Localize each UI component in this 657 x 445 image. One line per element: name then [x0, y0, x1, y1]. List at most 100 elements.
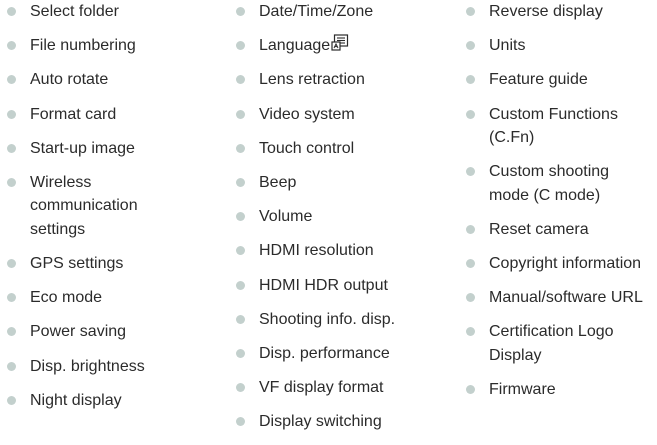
list-item: Display switching [236, 410, 411, 433]
item-label: Lens retraction [259, 71, 365, 89]
list-item: File numbering [7, 34, 167, 57]
bullet-icon [7, 75, 16, 85]
list-item: Video system [236, 103, 411, 126]
bullet-icon [466, 293, 475, 303]
item-label: Reverse display [489, 3, 603, 20]
item-label: Firmware [489, 381, 556, 399]
bullet-icon [236, 109, 245, 119]
bullet-icon [236, 349, 245, 359]
list-item: Power saving [7, 320, 167, 343]
item-label: Language [259, 37, 331, 55]
bullet-icon [466, 385, 475, 395]
list-item: Eco mode [7, 286, 167, 309]
language-icon [331, 34, 349, 51]
bullet-icon [466, 7, 475, 16]
list-item: Certification Logo Display [466, 320, 639, 367]
bullet-icon [466, 41, 475, 51]
item-label: Night display [30, 391, 122, 409]
item-label: Volume [259, 208, 313, 226]
settings-column-2: Date/Time/Zone Language Lens retraction … [236, 0, 411, 445]
item-label: Disp. brightness [30, 357, 145, 375]
bullet-icon [236, 143, 245, 153]
bullet-icon [236, 314, 245, 324]
item-label: File numbering [30, 37, 136, 55]
bullet-icon [7, 327, 16, 337]
item-label: Auto rotate [30, 71, 109, 89]
list-item: Start-up image [7, 137, 167, 160]
list-item: Beep [236, 171, 411, 194]
item-label: Copyright information [489, 255, 642, 273]
list-item: Units [466, 34, 656, 57]
list-item: Copyright information [466, 252, 656, 275]
list-item: Format card [7, 103, 167, 126]
bullet-icon [466, 327, 475, 337]
bullet-icon [236, 75, 245, 85]
item-label: Custom Functions (C.Fn) [489, 105, 618, 147]
bullet-icon [236, 383, 245, 393]
list-item: VF display format [236, 376, 411, 399]
item-label: Disp. performance [259, 345, 390, 363]
bullet-icon [236, 178, 245, 188]
list-item: Language [236, 34, 411, 57]
list-item: Select folder [7, 0, 167, 23]
list-item: Shooting info. disp. [236, 308, 411, 331]
list-item: Reset camera [466, 218, 656, 241]
list-item: Custom Functions (C.Fn) [466, 103, 639, 150]
item-label: Touch control [259, 139, 355, 157]
bullet-icon [7, 178, 16, 188]
item-label: Power saving [30, 323, 127, 341]
item-label: GPS settings [30, 255, 124, 273]
item-label: Start-up image [30, 139, 135, 157]
list-item: HDMI HDR output [236, 274, 411, 297]
bullet-icon [236, 417, 245, 427]
item-label: Units [489, 37, 526, 55]
item-label: Select folder [30, 3, 119, 20]
list-item: GPS settings [7, 252, 167, 275]
settings-column-3: Reverse display Units Feature guide Cust… [466, 0, 656, 412]
item-label: Custom shooting mode (C mode) [489, 163, 610, 204]
bullet-icon [7, 361, 16, 371]
list-item: Auto rotate [7, 68, 167, 91]
item-label: Shooting info. disp. [259, 310, 396, 328]
bullet-icon [236, 246, 245, 256]
bullet-icon [7, 259, 16, 269]
item-label: Certification Logo Display [489, 323, 614, 364]
bullet-icon [236, 7, 245, 16]
item-label: Manual/software URL [489, 289, 643, 307]
list-item: Disp. brightness [7, 355, 167, 378]
bullet-icon [466, 224, 475, 234]
bullet-icon [7, 143, 16, 153]
item-label: Display switching [259, 413, 382, 431]
list-item: Disp. performance [236, 342, 411, 365]
item-label: HDMI resolution [259, 242, 374, 260]
bullet-icon [236, 212, 245, 222]
list-item: Lens retraction [236, 68, 411, 91]
list-item: HDMI resolution [236, 239, 411, 262]
list-item: Volume [236, 205, 411, 228]
settings-column-1: Select folder File numbering Auto rotate… [7, 0, 167, 423]
bullet-icon [7, 41, 16, 51]
item-label: Date/Time/Zone [259, 3, 374, 20]
item-label: Reset camera [489, 220, 589, 238]
list-item: Touch control [236, 137, 411, 160]
list-item: Custom shooting mode (C mode) [466, 160, 639, 207]
bullet-icon [7, 395, 16, 405]
item-label: Video system [259, 105, 355, 123]
bullet-icon [236, 41, 245, 51]
item-label: Wireless communication settings [30, 174, 138, 238]
item-label: HDMI HDR output [259, 276, 388, 294]
bullet-icon [466, 75, 475, 85]
item-label: Format card [30, 105, 117, 123]
bullet-icon [236, 280, 245, 290]
bullet-icon [7, 109, 16, 119]
list-item: Night display [7, 389, 167, 412]
item-label: Beep [259, 174, 297, 192]
bullet-icon [7, 293, 16, 303]
bullet-icon [466, 259, 475, 269]
item-label: VF display format [259, 379, 384, 397]
bullet-icon [466, 109, 475, 119]
bullet-icon [466, 167, 475, 177]
list-item: Date/Time/Zone [236, 0, 411, 23]
list-item: Wireless communication settings [7, 171, 155, 241]
list-item: Feature guide [466, 68, 656, 91]
